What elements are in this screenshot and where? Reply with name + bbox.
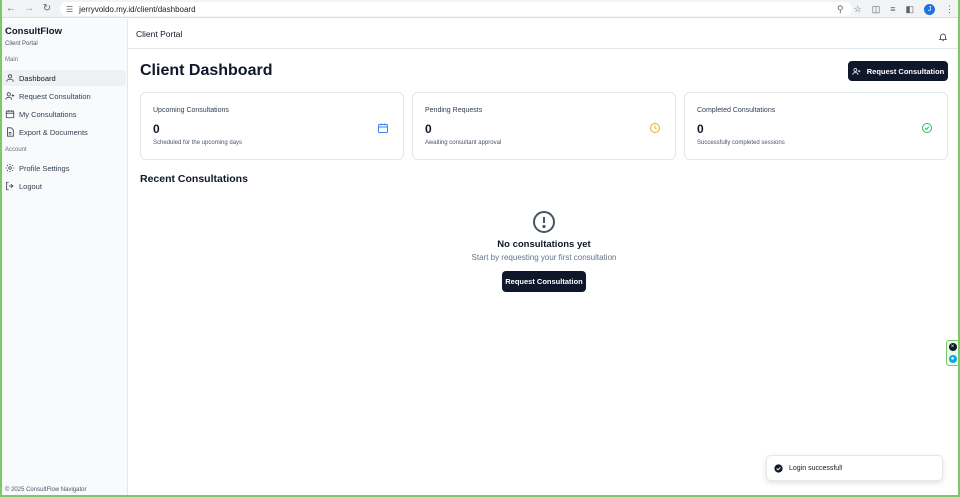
card-description: Successfully completed sessions <box>697 140 785 146</box>
empty-request-consultation-button[interactable]: Request Consultation <box>502 271 586 292</box>
stat-card-upcoming: Upcoming Consultations 0 Scheduled for t… <box>140 92 404 160</box>
logout-icon <box>5 181 15 191</box>
user-icon <box>5 73 15 83</box>
floating-widget: × ● <box>946 340 959 366</box>
forward-icon[interactable]: → <box>22 2 36 16</box>
side-panel-icon[interactable]: ◧ <box>905 4 914 15</box>
sidebar-item-export-documents[interactable]: Export & Documents <box>2 124 126 140</box>
profile-avatar[interactable]: J <box>924 3 935 15</box>
sidebar-footer: © 2025 ConsultFlow Navigator <box>5 487 87 493</box>
sidebar-item-request-consultation[interactable]: Request Consultation <box>2 88 126 104</box>
sidebar-item-label: Request Consultation <box>19 91 91 101</box>
alert-circle-icon <box>532 210 556 234</box>
check-circle-icon <box>921 121 933 133</box>
widget-icon[interactable]: ● <box>948 355 957 363</box>
button-label: Request Consultation <box>866 66 945 76</box>
card-value: 0 <box>425 122 432 136</box>
sidebar-item-label: Export & Documents <box>19 127 88 137</box>
star-icon[interactable]: ☆ <box>854 4 862 15</box>
toast-notification: Login successful! <box>766 455 943 481</box>
empty-state-title: No consultations yet <box>497 239 591 250</box>
card-value: 0 <box>153 122 160 136</box>
card-description: Scheduled for the upcoming days <box>153 140 243 146</box>
user-plus-icon <box>852 67 861 76</box>
extensions-icon[interactable]: ◫ <box>872 4 881 15</box>
button-label: Request Consultation <box>505 277 583 286</box>
stat-card-pending: Pending Requests 0 Awaiting consultant a… <box>412 92 676 160</box>
card-label: Upcoming Consultations <box>153 107 229 114</box>
card-label: Completed Consultations <box>697 107 776 114</box>
sidebar-item-logout[interactable]: Logout <box>2 178 126 194</box>
section-label-account: Account <box>5 147 27 153</box>
calendar-icon <box>5 109 15 119</box>
sidebar-item-label: Profile Settings <box>19 163 70 173</box>
header-title: Client Portal <box>136 29 183 39</box>
brand-name: ConsultFlow <box>5 26 62 37</box>
empty-state-subtitle: Start by requesting your first consultat… <box>471 253 617 262</box>
key-icon[interactable]: ⚲ <box>837 4 844 15</box>
sidebar-item-profile-settings[interactable]: Profile Settings <box>2 160 126 176</box>
file-icon <box>5 127 15 137</box>
top-header: Client Portal <box>128 19 958 49</box>
back-icon[interactable]: ← <box>4 2 18 16</box>
card-description: Awaiting consultant approval <box>425 140 502 146</box>
card-label: Pending Requests <box>425 107 483 114</box>
browser-actions: ⚲ ☆ ◫ ≡ ◧ J ⋮ <box>837 2 954 16</box>
reading-list-icon[interactable]: ≡ <box>890 4 895 14</box>
sidebar-item-label: My Consultations <box>19 109 77 119</box>
recent-consultations-title: Recent Consultations <box>140 173 248 185</box>
card-value: 0 <box>697 122 704 136</box>
stat-card-completed: Completed Consultations 0 Successfully c… <box>684 92 948 160</box>
calendar-icon <box>377 121 389 133</box>
sidebar: ConsultFlow Client Portal Main Dashboard… <box>0 19 128 497</box>
user-plus-icon <box>5 91 15 101</box>
page-title: Client Dashboard <box>140 62 273 79</box>
browser-toolbar: ← → ↻ ☰ jerryvoldo.my.id/client/dashboar… <box>0 0 960 18</box>
sidebar-item-label: Logout <box>19 181 42 191</box>
sidebar-item-dashboard[interactable]: Dashboard <box>2 70 126 86</box>
reload-icon[interactable]: ↻ <box>40 2 54 16</box>
clock-icon <box>649 121 661 133</box>
url-text: jerryvoldo.my.id/client/dashboard <box>79 4 196 14</box>
toast-message: Login successful! <box>789 464 843 472</box>
site-info-icon[interactable]: ☰ <box>66 5 73 14</box>
menu-icon[interactable]: ⋮ <box>945 4 954 15</box>
section-label-main: Main <box>5 57 19 63</box>
close-icon[interactable]: × <box>948 343 957 351</box>
sidebar-item-label: Dashboard <box>19 73 56 83</box>
address-bar[interactable]: ☰ jerryvoldo.my.id/client/dashboard <box>60 2 852 16</box>
brand-subtitle: Client Portal <box>5 41 38 47</box>
sidebar-item-my-consultations[interactable]: My Consultations <box>2 106 126 122</box>
gear-icon <box>5 163 15 173</box>
check-circle-icon <box>774 463 783 473</box>
bell-icon[interactable] <box>938 29 948 42</box>
request-consultation-button[interactable]: Request Consultation <box>848 61 948 81</box>
